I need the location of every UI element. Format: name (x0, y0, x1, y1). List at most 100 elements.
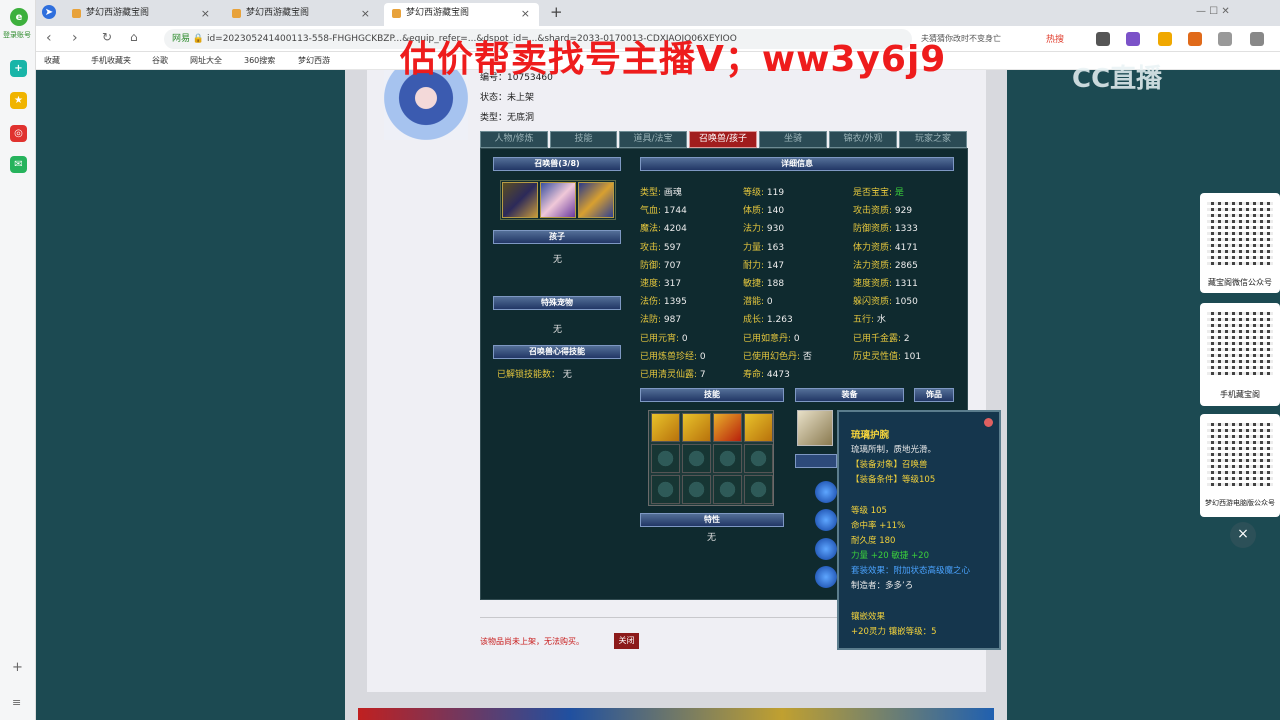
banner-ad[interactable] (358, 708, 994, 720)
tooltip-set: 套装效果：附加状态高级魔之心 (851, 566, 971, 576)
summon-pet-1[interactable] (502, 182, 538, 218)
add-icon[interactable]: + (12, 660, 23, 675)
bookmark-mhxy[interactable]: 梦幻西游 (298, 52, 330, 70)
summon-pet-3[interactable] (578, 182, 614, 218)
tab-close-icon[interactable]: × (361, 3, 370, 24)
skill-icon-4[interactable] (744, 413, 773, 442)
skill-slot-empty (682, 475, 711, 504)
stat-value: 7 (699, 370, 706, 380)
tooltip-level: 等级 105 (851, 506, 887, 516)
skill-slot-empty (744, 475, 773, 504)
browser-logo-icon[interactable]: e (10, 8, 28, 26)
bookmark-mobile[interactable]: 手机收藏夹 (91, 52, 131, 70)
window-controls[interactable]: — ☐ ✕ (1196, 6, 1230, 17)
stat-label: 五行: (853, 315, 875, 326)
stat-value: 163 (766, 242, 785, 253)
tab-skills[interactable]: 技能 (550, 131, 617, 148)
stat-item: 已用炼兽珍经: 0 (640, 349, 706, 362)
stat-value: 119 (766, 188, 785, 198)
qr-card-wechat[interactable]: 藏宝阁微信公众号 (1200, 193, 1280, 293)
new-tab-button[interactable]: + (550, 3, 563, 21)
home-icon[interactable]: ⌂ (130, 30, 138, 44)
equip-subheader (795, 454, 837, 468)
qr-card-mobile[interactable]: 手机藏宝阁 (1200, 303, 1280, 406)
equip-bracer-icon[interactable] (797, 410, 833, 446)
stat-value: 2865 (894, 260, 918, 271)
apps-icon[interactable]: + (10, 60, 27, 77)
tab-mounts[interactable]: 坐骑 (759, 131, 827, 148)
bookmark-nav[interactable]: 网址大全 (190, 52, 222, 70)
tab-1[interactable]: 梦幻西游藏宝阁 × (64, 3, 219, 26)
stat-label: 已用炼兽珍经: (640, 351, 698, 362)
bookmark-360[interactable]: 360搜索 (244, 52, 275, 70)
stat-label: 已用元宵: (640, 333, 680, 344)
stat-value: 水 (876, 315, 886, 326)
tooltip-close-icon[interactable] (984, 418, 993, 427)
ornament-icon-2[interactable] (815, 509, 837, 531)
tab-summons[interactable]: 召唤兽/孩子 (689, 131, 757, 148)
mail-icon[interactable]: ✉ (10, 156, 27, 173)
stat-item: 力量: 163 (743, 240, 784, 253)
skill-icon-1[interactable] (651, 413, 680, 442)
weibo-icon[interactable]: ◎ (10, 125, 27, 142)
back-icon[interactable]: ‹ (46, 30, 52, 46)
stat-value: 317 (663, 279, 682, 289)
stat-value: 1333 (894, 224, 918, 235)
tab-items[interactable]: 道具/法宝 (619, 131, 687, 148)
unlocked-skills: 已解锁技能数： 无 (497, 367, 572, 380)
scissors-icon[interactable] (1096, 32, 1110, 46)
login-label[interactable]: 登录账号 (3, 30, 31, 40)
summon-pet-2[interactable] (540, 182, 576, 218)
stat-value: 4171 (894, 242, 918, 253)
stat-item: 法力资质: 2865 (853, 258, 918, 271)
bookmark-google[interactable]: 谷歌 (152, 52, 168, 70)
extension-icon[interactable] (1126, 32, 1140, 46)
shield-icon[interactable] (1158, 32, 1172, 46)
settings-gear-icon[interactable] (1250, 32, 1264, 46)
tooltip-target: 【装备对象】召唤兽 (851, 460, 928, 470)
stat-value: 1311 (894, 279, 918, 289)
bookmark-favorites[interactable]: 收藏 (44, 52, 60, 70)
skill-icon-2[interactable] (682, 413, 711, 442)
stat-value: 1395 (663, 297, 687, 308)
stat-value: 929 (894, 206, 913, 217)
tab-home[interactable]: 玩家之家 (899, 131, 967, 148)
ornament-icon-3[interactable] (815, 538, 837, 560)
stat-value: 0 (699, 351, 706, 362)
stat-label: 是否宝宝: (853, 188, 893, 198)
qr-close-button[interactable]: × (1230, 522, 1256, 548)
stat-item: 潜能: 0 (743, 294, 773, 307)
skill-icon-3[interactable] (713, 413, 742, 442)
forward-icon[interactable]: › (72, 30, 78, 46)
menu-icon[interactable]: ≡ (12, 696, 21, 709)
tab-3-active[interactable]: 梦幻西游藏宝阁 × (384, 3, 539, 26)
tab-appearance[interactable]: 锦衣/外观 (829, 131, 897, 148)
game-icon[interactable] (1188, 32, 1202, 46)
ornament-icon-4[interactable] (815, 566, 837, 588)
close-button[interactable]: 关闭 (614, 633, 639, 649)
footer-notice: 该物品尚未上架，无法购买。 (480, 637, 584, 646)
hot-search-label[interactable]: 热搜 (1046, 32, 1064, 45)
stat-label: 魔法: (640, 224, 662, 235)
ornament-icon-1[interactable] (815, 481, 837, 503)
trait-header: 特性 (640, 513, 784, 527)
stat-value: 1744 (663, 206, 687, 217)
favorites-star-icon[interactable]: ★ (10, 92, 27, 109)
grid-icon[interactable] (1218, 32, 1232, 46)
qr-card-pc[interactable]: 梦幻西游电脑版公众号 (1200, 414, 1280, 517)
tab-2[interactable]: 梦幻西游藏宝阁 × (224, 3, 379, 26)
stat-label: 敏捷: (743, 279, 765, 289)
stat-label: 已用如意丹: (743, 333, 792, 344)
stat-value: 画魂 (663, 188, 682, 198)
browser-nav-icon[interactable]: ➤ (42, 5, 56, 19)
refresh-icon[interactable]: ↻ (102, 30, 112, 44)
tab-close-icon[interactable]: × (201, 3, 210, 24)
stat-label: 法力资质: (853, 260, 893, 271)
tab-character[interactable]: 人物/修炼 (480, 131, 548, 148)
stat-label: 防御资质: (853, 224, 893, 235)
stat-label: 历史灵性值: (853, 351, 902, 362)
qr-code (1207, 309, 1273, 375)
tab-close-icon[interactable]: × (521, 3, 530, 24)
tooltip-attributes: 力量 +20 敏捷 +20 (851, 551, 929, 561)
stat-value: 0 (793, 333, 800, 344)
